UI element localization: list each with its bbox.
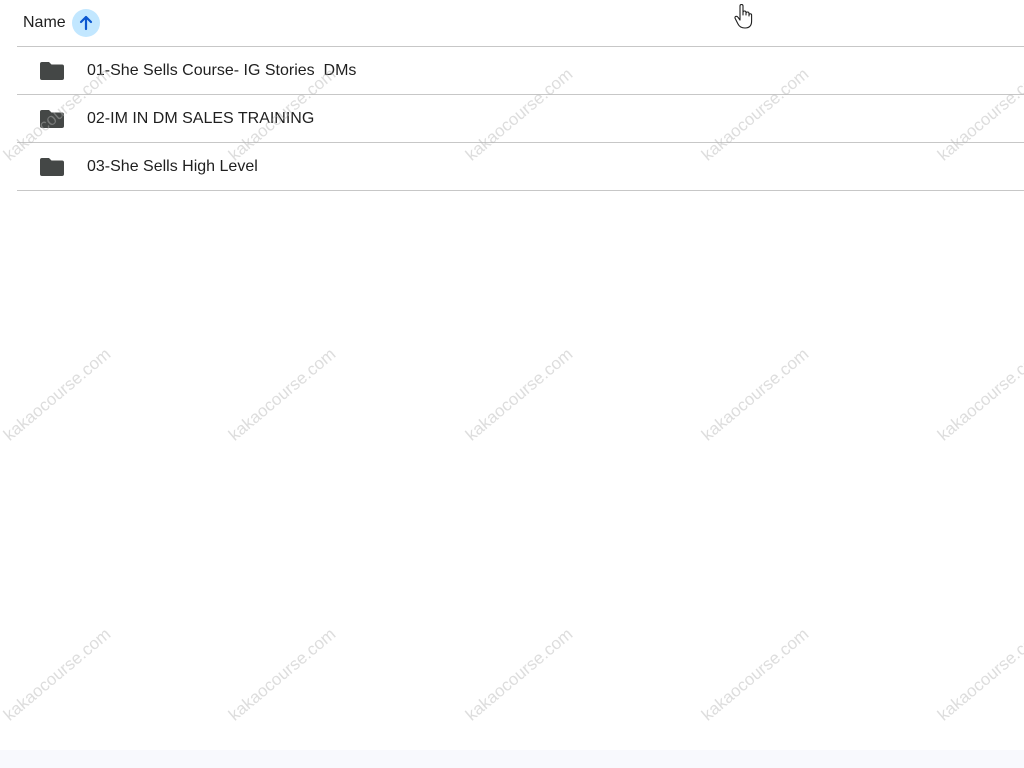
watermark-text: kakaocourse.com bbox=[698, 624, 813, 725]
folder-icon bbox=[39, 109, 65, 129]
sort-by-name-button[interactable]: Name bbox=[23, 9, 100, 37]
folder-name: 01-She Sells Course- IG Stories DMs bbox=[87, 61, 357, 79]
watermark-text: kakaocourse.com bbox=[225, 344, 340, 445]
watermark-text: kakaocourse.com bbox=[462, 624, 577, 725]
file-list: Name 01-She Sells Course- IG Stories DMs bbox=[17, 0, 1024, 191]
list-header: Name bbox=[17, 0, 1024, 47]
hand-cursor-icon bbox=[734, 3, 754, 30]
watermark-text: kakaocourse.com bbox=[0, 624, 115, 725]
watermark-text: kakaocourse.com bbox=[225, 624, 340, 725]
folder-row-1[interactable]: 01-She Sells Course- IG Stories DMs bbox=[17, 47, 1024, 95]
name-column-label: Name bbox=[23, 14, 66, 31]
watermark-text: kakaocourse.com bbox=[934, 344, 1024, 445]
arrow-up-icon[interactable] bbox=[71, 9, 100, 37]
watermark-text: kakaocourse.com bbox=[462, 344, 577, 445]
watermark-text: kakaocourse.com bbox=[698, 344, 813, 445]
folder-row-3[interactable]: 03-She Sells High Level bbox=[17, 143, 1024, 191]
folder-name: 03-She Sells High Level bbox=[87, 157, 258, 175]
bottom-strip bbox=[0, 750, 1024, 768]
folder-name: 02-IM IN DM SALES TRAINING bbox=[87, 109, 315, 127]
drive-file-list-page: Name 01-She Sells Course- IG Stories DMs bbox=[0, 0, 1024, 768]
folder-row-2[interactable]: 02-IM IN DM SALES TRAINING bbox=[17, 95, 1024, 143]
folder-icon bbox=[39, 157, 65, 177]
watermark-text: kakaocourse.com bbox=[934, 624, 1024, 725]
folder-icon bbox=[39, 61, 65, 81]
watermark-text: kakaocourse.com bbox=[0, 344, 115, 445]
